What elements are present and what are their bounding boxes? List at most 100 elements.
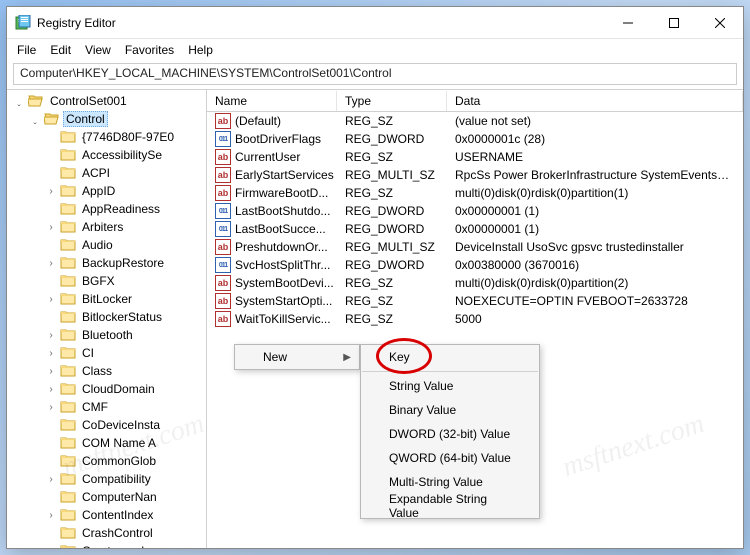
tree-node[interactable]: ›BackupRestore — [7, 254, 206, 272]
tree-node[interactable]: ACPI — [7, 164, 206, 182]
minimize-button[interactable] — [605, 7, 651, 38]
menu-favorites[interactable]: Favorites — [125, 43, 174, 57]
expand-icon[interactable] — [45, 438, 57, 449]
col-data[interactable]: Data — [447, 91, 743, 111]
tree-node[interactable]: {7746D80F-97E0 — [7, 128, 206, 146]
tree-node[interactable]: COM Name A — [7, 434, 206, 452]
tree-node[interactable]: ˬControl — [7, 110, 206, 128]
tree-node[interactable]: ›ContentIndex — [7, 506, 206, 524]
tree-node[interactable]: › Bluetooth — [7, 326, 206, 344]
tree-label: Audio — [79, 237, 116, 253]
expand-icon[interactable] — [45, 150, 57, 161]
tree-label: AppID — [79, 183, 118, 199]
ctx-qword[interactable]: QWORD (64-bit) Value — [361, 446, 539, 470]
ctx-expand[interactable]: Expandable String Value — [361, 494, 539, 518]
list-row[interactable]: LastBootShutdo...REG_DWORD0x00000001 (1) — [207, 202, 743, 220]
ctx-key[interactable]: Key — [361, 345, 539, 369]
expand-icon[interactable]: ˬ — [29, 114, 41, 125]
list-row[interactable]: CurrentUserREG_SZUSERNAME — [207, 148, 743, 166]
tree-node[interactable]: ›Class — [7, 362, 206, 380]
expand-icon[interactable] — [45, 312, 57, 323]
expand-icon[interactable]: › — [45, 546, 57, 549]
expand-icon[interactable] — [45, 492, 57, 503]
titlebar[interactable]: Registry Editor — [7, 7, 743, 39]
expand-icon[interactable]: › — [45, 402, 57, 413]
expand-icon[interactable]: › — [45, 330, 57, 341]
list-row[interactable]: EarlyStartServicesREG_MULTI_SZRpcSs Powe… — [207, 166, 743, 184]
list-row[interactable]: LastBootSucce...REG_DWORD0x00000001 (1) — [207, 220, 743, 238]
string-value-icon — [215, 113, 231, 129]
tree-node[interactable]: ›CI — [7, 344, 206, 362]
expand-icon[interactable] — [45, 420, 57, 431]
menu-edit[interactable]: Edit — [50, 43, 71, 57]
tree-node[interactable]: AccessibilitySe — [7, 146, 206, 164]
list-row[interactable]: (Default)REG_SZ(value not set) — [207, 112, 743, 130]
string-value-icon — [215, 311, 231, 327]
ctx-dword[interactable]: DWORD (32-bit) Value — [361, 422, 539, 446]
list-row[interactable]: WaitToKillServic...REG_SZ5000 — [207, 310, 743, 328]
address-bar[interactable]: Computer\HKEY_LOCAL_MACHINE\SYSTEM\Contr… — [13, 63, 737, 85]
tree-label: ComputerNan — [79, 489, 160, 505]
tree-label: CoDeviceInsta — [79, 417, 163, 433]
tree-node[interactable]: BitlockerStatus — [7, 308, 206, 326]
menu-help[interactable]: Help — [188, 43, 213, 57]
folder-icon — [60, 237, 76, 253]
expand-icon[interactable] — [45, 528, 57, 539]
expand-icon[interactable]: › — [45, 186, 57, 197]
expand-icon[interactable]: › — [45, 474, 57, 485]
ctx-multi[interactable]: Multi-String Value — [361, 470, 539, 494]
tree-node[interactable]: › AppID — [7, 182, 206, 200]
col-name[interactable]: Name — [207, 91, 337, 111]
tree-node[interactable]: CrashControl — [7, 524, 206, 542]
tree-node[interactable]: ›Cryptography — [7, 542, 206, 548]
expand-icon[interactable]: › — [45, 366, 57, 377]
expand-icon[interactable]: › — [45, 222, 57, 233]
expand-icon[interactable] — [45, 168, 57, 179]
expand-icon[interactable]: › — [45, 510, 57, 521]
list-row[interactable]: PreshutdownOr...REG_MULTI_SZDeviceInstal… — [207, 238, 743, 256]
list-row[interactable]: FirmwareBootD...REG_SZmulti(0)disk(0)rdi… — [207, 184, 743, 202]
ctx-string[interactable]: String Value — [361, 374, 539, 398]
tree-node[interactable]: ›BitLocker — [7, 290, 206, 308]
expand-icon[interactable] — [45, 204, 57, 215]
expand-icon[interactable] — [45, 276, 57, 287]
tree-node[interactable]: CommonGlob — [7, 452, 206, 470]
list-row[interactable]: SystemBootDevi...REG_SZmulti(0)disk(0)rd… — [207, 274, 743, 292]
expand-icon[interactable]: › — [45, 348, 57, 359]
list-row[interactable]: SystemStartOpti...REG_SZ NOEXECUTE=OPTIN… — [207, 292, 743, 310]
value-type: REG_SZ — [337, 113, 447, 129]
ctx-new[interactable]: New ▶ — [235, 345, 359, 369]
tree-node[interactable]: BGFX — [7, 272, 206, 290]
close-button[interactable] — [697, 7, 743, 38]
expand-icon[interactable]: ˬ — [13, 96, 25, 107]
tree-view[interactable]: ˬControlSet001ˬControl {7746D80F-97E0 Ac… — [7, 90, 207, 548]
list-row[interactable]: SvcHostSplitThr...REG_DWORD0x00380000 (3… — [207, 256, 743, 274]
tree-node[interactable]: ˬControlSet001 — [7, 92, 206, 110]
tree-node[interactable]: ›CMF — [7, 398, 206, 416]
tree-node[interactable]: AppReadiness — [7, 200, 206, 218]
col-type[interactable]: Type — [337, 91, 447, 111]
menu-view[interactable]: View — [85, 43, 111, 57]
folder-icon — [60, 201, 76, 217]
expand-icon[interactable] — [45, 240, 57, 251]
expand-icon[interactable]: › — [45, 384, 57, 395]
ctx-binary[interactable]: Binary Value — [361, 398, 539, 422]
value-name: SvcHostSplitThr... — [235, 258, 330, 272]
expand-icon[interactable] — [45, 456, 57, 467]
tree-node[interactable]: Audio — [7, 236, 206, 254]
tree-node[interactable]: ComputerNan — [7, 488, 206, 506]
tree-node[interactable]: ›Arbiters — [7, 218, 206, 236]
tree-node[interactable]: ›CloudDomain — [7, 380, 206, 398]
expand-icon[interactable] — [45, 132, 57, 143]
folder-icon — [60, 417, 76, 433]
tree-label: Bluetooth — [79, 327, 136, 343]
value-type: REG_SZ — [337, 311, 447, 327]
tree-node[interactable]: ›Compatibility — [7, 470, 206, 488]
menu-file[interactable]: File — [17, 43, 36, 57]
value-name: CurrentUser — [235, 150, 300, 164]
tree-node[interactable]: CoDeviceInsta — [7, 416, 206, 434]
expand-icon[interactable]: › — [45, 294, 57, 305]
list-row[interactable]: BootDriverFlagsREG_DWORD0x0000001c (28) — [207, 130, 743, 148]
maximize-button[interactable] — [651, 7, 697, 38]
expand-icon[interactable]: › — [45, 258, 57, 269]
